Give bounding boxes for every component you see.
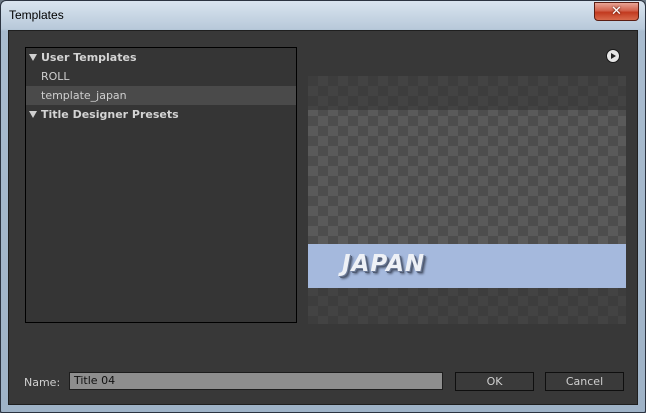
play-circle-icon[interactable] <box>606 49 620 63</box>
template-preview: JAPAN <box>308 76 626 324</box>
tree-item-label: template_japan <box>41 89 127 102</box>
preview-title-text: JAPAN <box>342 251 426 277</box>
title-bar[interactable]: Templates ✕ <box>1 1 645 30</box>
close-button[interactable]: ✕ <box>594 2 639 21</box>
template-tree[interactable]: User Templates ROLL template_japan Title… <box>25 47 297 323</box>
tree-group-label: Title Designer Presets <box>41 108 179 121</box>
expand-caret-icon[interactable] <box>29 111 37 118</box>
tree-item-roll[interactable]: ROLL <box>26 67 296 86</box>
preview-safe-margin-top <box>308 76 626 110</box>
tree-group-title-designer-presets[interactable]: Title Designer Presets <box>26 105 296 124</box>
close-icon: ✕ <box>611 4 622 19</box>
preview-safe-margin-bottom <box>308 288 626 324</box>
tree-group-user-templates[interactable]: User Templates <box>26 48 296 67</box>
tree-item-label: ROLL <box>41 70 70 83</box>
tree-item-template-japan[interactable]: template_japan <box>26 86 296 105</box>
tree-group-label: User Templates <box>41 51 137 64</box>
ok-button[interactable]: OK <box>455 372 534 391</box>
name-field[interactable]: Title 04 <box>69 372 443 390</box>
templates-dialog: Templates ✕ User Templates ROLL template… <box>0 0 646 413</box>
window-title: Templates <box>9 8 64 22</box>
dialog-body: User Templates ROLL template_japan Title… <box>8 30 638 405</box>
cancel-button[interactable]: Cancel <box>545 372 624 391</box>
expand-caret-icon[interactable] <box>29 54 37 61</box>
name-label: Name: <box>24 376 61 389</box>
